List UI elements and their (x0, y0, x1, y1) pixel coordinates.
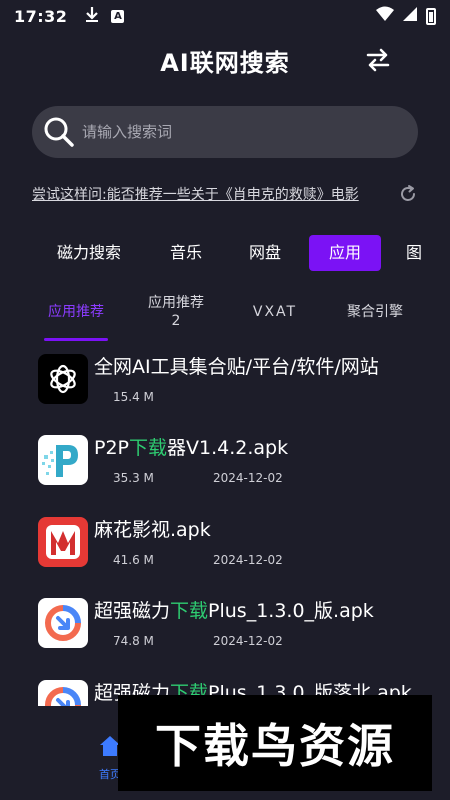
watermark-text: 下载鸟资源 (155, 719, 395, 773)
page-title: AI联网搜索 (160, 48, 290, 77)
status-time: 17:32 (14, 6, 68, 26)
result-list: 全网AI工具集合贴/平台/软件/网站 15.4 M P2P下载器V1.4.2.a… (0, 344, 450, 706)
search-icon (42, 115, 76, 149)
wifi-icon (376, 6, 394, 26)
subtab-app-recommend-2[interactable]: 应用推荐 2 (140, 294, 212, 330)
subtab-app-recommend[interactable]: 应用推荐 (43, 303, 109, 321)
magnet-icon (38, 680, 88, 706)
item-size: 15.4 M (113, 390, 154, 404)
item-name: 全网AI工具集合贴/平台/软件/网站 (94, 356, 379, 378)
openai-icon (38, 354, 88, 404)
mahua-icon (38, 517, 88, 567)
item-size: 35.3 M (113, 471, 154, 485)
item-date: 2024-12-02 (213, 471, 283, 485)
category-tabs: 磁力搜索 音乐 网盘 应用 图 (0, 234, 450, 272)
download-icon (85, 6, 99, 26)
suggestion-link[interactable]: 尝试这样问:能否推荐一些关于《肖申克的救赎》电影 (32, 184, 392, 204)
status-bar: 17:32 A (0, 0, 450, 32)
swap-arrows-icon[interactable] (364, 46, 392, 74)
item-size: 41.6 M (113, 553, 154, 567)
list-item[interactable]: 超强磁力下载Plus_1.3.0_版.apk 74.8 M 2024-12-02 (0, 588, 450, 670)
list-item[interactable]: 全网AI工具集合贴/平台/软件/网站 15.4 M (0, 344, 450, 426)
search-input[interactable] (82, 123, 362, 141)
item-size: 74.8 M (113, 634, 154, 648)
tab-netdisk[interactable]: 网盘 (237, 235, 293, 271)
item-name: 麻花影视.apk (94, 519, 211, 541)
p2p-icon (38, 435, 88, 485)
subtab-aggregate-engine[interactable]: 聚合引擎 (340, 303, 410, 321)
magnet-icon (38, 598, 88, 648)
item-name: P2P下载器V1.4.2.apk (94, 437, 289, 459)
battery-icon (426, 7, 436, 25)
watermark: 下载鸟资源 (118, 695, 432, 791)
app-header: AI联网搜索 (0, 38, 450, 82)
tab-magnet-search[interactable]: 磁力搜索 (45, 235, 133, 271)
tab-images[interactable]: 图 (394, 235, 434, 271)
signal-icon (402, 6, 418, 26)
subtab-vxat[interactable]: VXAT (244, 303, 306, 321)
list-item[interactable]: P2P下载器V1.4.2.apk 35.3 M 2024-12-02 (0, 425, 450, 507)
sub-tab-indicator (44, 338, 108, 341)
refresh-icon[interactable] (398, 184, 418, 204)
list-item[interactable]: 麻花影视.apk 41.6 M 2024-12-02 (0, 507, 450, 589)
item-date: 2024-12-02 (213, 553, 283, 567)
tab-music[interactable]: 音乐 (158, 235, 214, 271)
a-badge-icon: A (111, 9, 125, 23)
tab-apps[interactable]: 应用 (309, 235, 381, 271)
search-box[interactable] (32, 106, 418, 158)
item-name: 超强磁力下载Plus_1.3.0_版.apk (94, 600, 374, 622)
sub-tabs: 应用推荐 应用推荐 2 VXAT 聚合引擎 (0, 288, 450, 341)
item-date: 2024-12-02 (213, 634, 283, 648)
